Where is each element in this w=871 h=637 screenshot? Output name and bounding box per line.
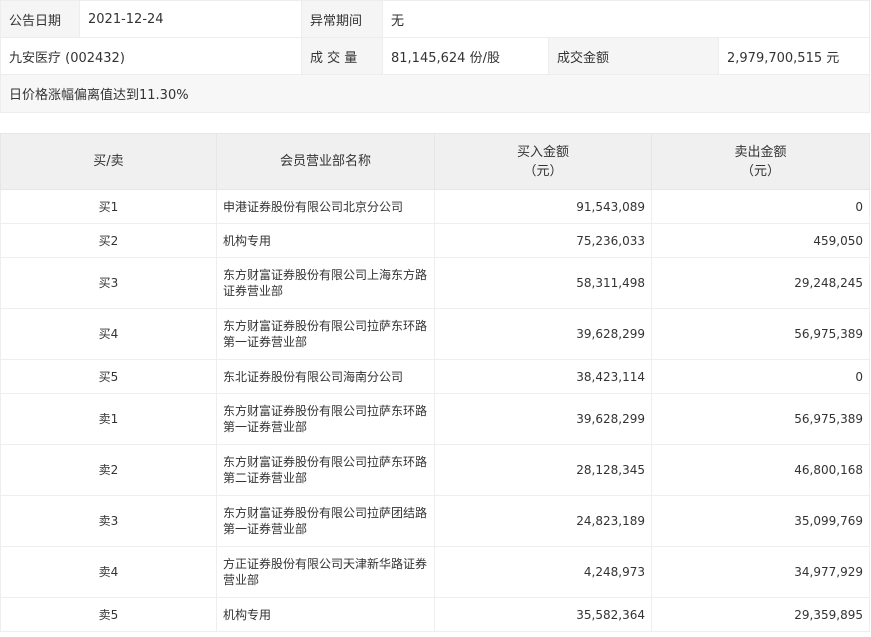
branch-name: 申港证券股份有限公司北京分公司 [216, 189, 435, 224]
branch-name-line2: 营业部 [223, 573, 260, 587]
buy-amount: 28,128,345 [434, 444, 652, 496]
buy-amount: 91,543,089 [434, 189, 652, 224]
side-cell: 卖1 [0, 393, 217, 445]
header-sell-line2: （元） [740, 163, 780, 179]
info-row-trade: 九安医疗 (002432) 成 交 量 81,145,624 份/股 成交金额 … [0, 37, 871, 75]
branch-name-line2: 第二证券营业部 [223, 471, 308, 485]
header-sell-amount: 卖出金额 （元） [651, 133, 870, 190]
sell-amount: 56,975,389 [651, 393, 870, 445]
header-branch-name: 会员营业部名称 [216, 133, 435, 190]
period-label: 异常期间 [301, 0, 383, 38]
branch-name: 东方财富证券股份有限公司拉萨团结路 第一证券营业部 [216, 495, 435, 547]
branch-name-line1: 方正证券股份有限公司天津新华路证券 [223, 557, 428, 571]
branch-name: 方正证券股份有限公司天津新华路证券 营业部 [216, 546, 435, 598]
info-row-reason: 日价格涨幅偏离值达到11.30% [0, 74, 871, 113]
branch-name-line1: 东方财富证券股份有限公司拉萨团结路 [223, 506, 428, 520]
branch-name: 机构专用 [216, 223, 435, 258]
table-row: 买4 东方财富证券股份有限公司拉萨东环路 第一证券营业部 39,628,299 56,9… [0, 308, 870, 360]
table-row: 卖3 东方财富证券股份有限公司拉萨团结路 第一证券营业部 24,823,189 35,0… [0, 495, 870, 547]
branch-name-line2: 第一证券营业部 [223, 335, 308, 349]
sell-amount: 56,975,389 [651, 308, 870, 360]
branch-name-line2: 第一证券营业部 [223, 420, 308, 434]
header-buy-line2: （元） [523, 163, 563, 179]
buy-amount: 35,582,364 [434, 597, 652, 632]
listing-reason: 日价格涨幅偏离值达到11.30% [0, 74, 871, 113]
header-buy-amount: 买入金额 （元） [434, 133, 652, 190]
sell-amount: 0 [651, 359, 870, 394]
table-row: 买3 东方财富证券股份有限公司上海东方路 证券营业部 58,311,498 29,248… [0, 257, 870, 309]
table-row: 卖4 方正证券股份有限公司天津新华路证券 营业部 4,248,973 34,977,92… [0, 546, 870, 598]
header-side: 买/卖 [0, 133, 217, 190]
branch-name-line1: 东方财富证券股份有限公司上海东方路 [223, 268, 428, 282]
side-cell: 买3 [0, 257, 217, 309]
side-cell: 卖5 [0, 597, 217, 632]
side-cell: 买2 [0, 223, 217, 258]
branch-name-line2: 证券营业部 [223, 284, 284, 298]
branch-name: 东方财富证券股份有限公司上海东方路 证券营业部 [216, 257, 435, 309]
amount-value: 2,979,700,515 元 [717, 37, 871, 75]
trading-seats-table: 买/卖 会员营业部名称 买入金额 （元） 卖出金额 （元） 买1 申港证券股份有限公司… [0, 133, 870, 632]
amount-label: 成交金额 [548, 37, 719, 75]
announcement-info-table: 公告日期 2021-12-24 异常期间 无 九安医疗 (002432) 成 交… [0, 0, 871, 113]
date-value: 2021-12-24 [79, 0, 302, 38]
stock-name: 九安医疗 (002432) [0, 37, 302, 75]
branch-name-line1: 东方财富证券股份有限公司拉萨东环路 [223, 319, 428, 333]
sell-amount: 46,800,168 [651, 444, 870, 496]
sell-amount: 459,050 [651, 223, 870, 258]
side-cell: 卖4 [0, 546, 217, 598]
branch-name: 机构专用 [216, 597, 435, 632]
branch-name: 东方财富证券股份有限公司拉萨东环路 第一证券营业部 [216, 308, 435, 360]
sell-amount: 0 [651, 189, 870, 224]
table-header-row: 买/卖 会员营业部名称 买入金额 （元） 卖出金额 （元） [0, 133, 870, 190]
side-cell: 买5 [0, 359, 217, 394]
side-cell: 卖2 [0, 444, 217, 496]
buy-amount: 39,628,299 [434, 393, 652, 445]
branch-name-line1: 申港证券股份有限公司北京分公司 [223, 199, 404, 214]
branch-name-line1: 机构专用 [223, 607, 272, 622]
table-row: 买2 机构专用 75,236,033 459,050 [0, 223, 870, 258]
buy-amount: 75,236,033 [434, 223, 652, 258]
buy-amount: 58,311,498 [434, 257, 652, 309]
volume-label: 成 交 量 [301, 37, 383, 75]
side-cell: 卖3 [0, 495, 217, 547]
info-row-date: 公告日期 2021-12-24 异常期间 无 [0, 0, 871, 38]
branch-name-line1: 东方财富证券股份有限公司拉萨东环路 [223, 404, 428, 418]
branch-name: 东方财富证券股份有限公司拉萨东环路 第二证券营业部 [216, 444, 435, 496]
table-row: 卖5 机构专用 35,582,364 29,359,895 [0, 597, 870, 632]
header-sell-line1: 卖出金额 [734, 144, 787, 160]
branch-name-line1: 机构专用 [223, 233, 272, 248]
header-buy-line1: 买入金额 [516, 144, 569, 160]
buy-amount: 39,628,299 [434, 308, 652, 360]
branch-name-line2: 第一证券营业部 [223, 522, 308, 536]
branch-name: 东方财富证券股份有限公司拉萨东环路 第一证券营业部 [216, 393, 435, 445]
period-value: 无 [381, 0, 871, 38]
sell-amount: 34,977,929 [651, 546, 870, 598]
table-row: 买5 东北证券股份有限公司海南分公司 38,423,114 0 [0, 359, 870, 394]
side-cell: 买1 [0, 189, 217, 224]
buy-amount: 4,248,973 [434, 546, 652, 598]
date-label: 公告日期 [0, 0, 80, 38]
branch-name-line1: 东方财富证券股份有限公司拉萨东环路 [223, 455, 428, 469]
table-row: 卖2 东方财富证券股份有限公司拉萨东环路 第二证券营业部 28,128,345 46,8… [0, 444, 870, 496]
table-row: 卖1 东方财富证券股份有限公司拉萨东环路 第一证券营业部 39,628,299 56,9… [0, 393, 870, 445]
buy-amount: 38,423,114 [434, 359, 652, 394]
sell-amount: 29,248,245 [651, 257, 870, 309]
sell-amount: 29,359,895 [651, 597, 870, 632]
branch-name-line1: 东北证券股份有限公司海南分公司 [223, 369, 404, 384]
volume-value: 81,145,624 份/股 [382, 37, 549, 75]
sell-amount: 35,099,769 [651, 495, 870, 547]
buy-amount: 24,823,189 [434, 495, 652, 547]
side-cell: 买4 [0, 308, 217, 360]
branch-name: 东北证券股份有限公司海南分公司 [216, 359, 435, 394]
table-row: 买1 申港证券股份有限公司北京分公司 91,543,089 0 [0, 189, 870, 224]
